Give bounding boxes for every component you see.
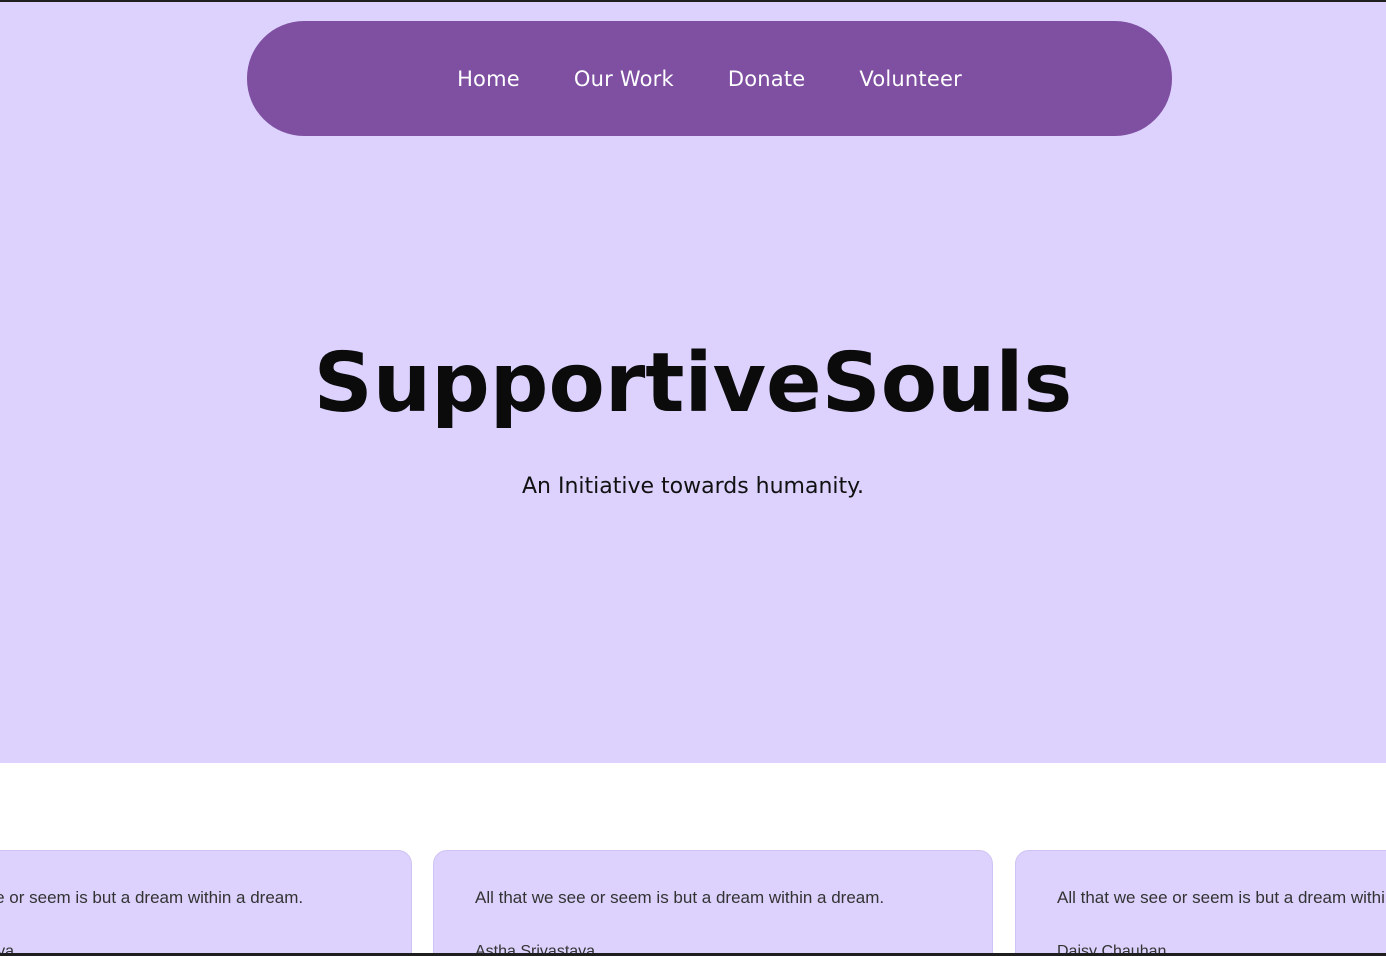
testimonials-section: All that we see or seem is but a dream w… [0,850,1386,956]
testimonial-quote: All that we see or seem is but a dream w… [0,888,304,907]
nav-link-our-work[interactable]: Our Work [574,67,674,91]
testimonial-quote: All that we see or seem is but a dream w… [475,888,885,907]
page: Home Our Work Donate Volunteer Supportiv… [0,0,1386,956]
hero-section: Home Our Work Donate Volunteer Supportiv… [0,2,1386,763]
testimonial-quote: All that we see or seem is but a dream w… [1057,888,1386,907]
hero-subtitle: An Initiative towards humanity. [521,474,865,499]
testimonial-author: Daisy Chauhan [1057,943,1167,956]
testimonial-author: Astha Srivastava [475,943,596,956]
nav-link-donate[interactable]: Donate [728,67,806,91]
navbar: Home Our Work Donate Volunteer [247,21,1172,136]
testimonial-card: All that we see or seem is but a dream w… [1015,850,1386,956]
testimonial-author: Astha Srivastava [0,943,15,956]
hero-title: SupportiveSouls [313,336,1073,431]
nav-link-home[interactable]: Home [457,67,520,91]
nav-link-volunteer[interactable]: Volunteer [859,67,962,91]
testimonial-card: All that we see or seem is but a dream w… [433,850,993,956]
testimonial-card: All that we see or seem is but a dream w… [0,850,412,956]
